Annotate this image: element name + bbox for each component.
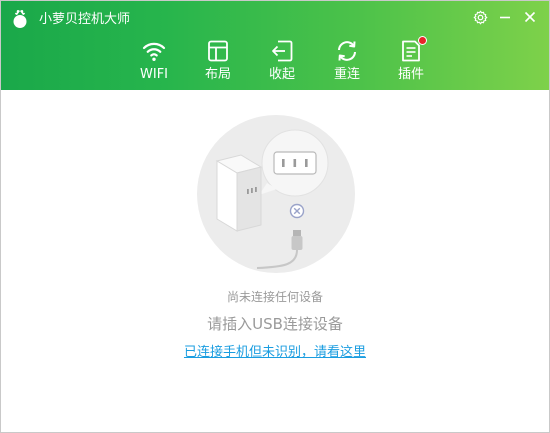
toolbar-wifi-button[interactable]: WIFI: [128, 37, 180, 87]
usb-connection-illustration: [197, 115, 355, 273]
toolbar-layout-button[interactable]: 布局: [192, 37, 244, 87]
app-title: 小萝贝控机大师: [39, 12, 131, 27]
toolbar-plugin-label: 插件: [397, 67, 424, 82]
toolbar-collapse-label: 收起: [268, 67, 295, 82]
main-content: 尚未连接任何设备 请插入USB连接设备 已连接手机但未识别，请看这里: [1, 90, 549, 432]
unrecognized-phone-help-link[interactable]: 已连接手机但未识别，请看这里: [1, 345, 549, 361]
usb-prompt: 请插入USB连接设备: [207, 315, 343, 333]
title-bar[interactable]: 小萝贝控机大师: [1, 1, 549, 37]
settings-button[interactable]: [471, 8, 489, 26]
toolbar: WIFI 布局 收起 重连 插件: [1, 36, 549, 90]
notification-dot: [418, 36, 427, 45]
gear-icon: [473, 10, 488, 25]
header: 小萝贝控机大师 WIFI 布局 收起 重连 插件: [1, 1, 549, 90]
radish-logo-icon: [11, 9, 29, 29]
reconnect-icon: [334, 38, 360, 64]
help-link-text[interactable]: 已连接手机但未识别，请看这里: [184, 345, 366, 360]
toolbar-collapse-button[interactable]: 收起: [256, 37, 308, 87]
collapse-icon: [269, 38, 295, 64]
close-button[interactable]: [521, 8, 539, 26]
minimize-icon: [498, 10, 512, 24]
minimize-button[interactable]: [496, 8, 514, 26]
toolbar-plugin-button[interactable]: 插件: [385, 36, 437, 87]
wifi-icon: [141, 38, 167, 64]
close-icon: [523, 10, 537, 24]
toolbar-wifi-label: WIFI: [140, 67, 168, 82]
toolbar-reconnect-button[interactable]: 重连: [321, 37, 373, 87]
app-window: 小萝贝控机大师 WIFI 布局 收起 重连 插件 尚未连接任何设备 请插入USB…: [0, 0, 550, 433]
layout-icon: [205, 38, 231, 64]
toolbar-layout-label: 布局: [204, 67, 231, 82]
no-device-status: 尚未连接任何设备: [226, 290, 323, 304]
toolbar-reconnect-label: 重连: [333, 67, 360, 82]
plugin-icon: [398, 36, 427, 64]
